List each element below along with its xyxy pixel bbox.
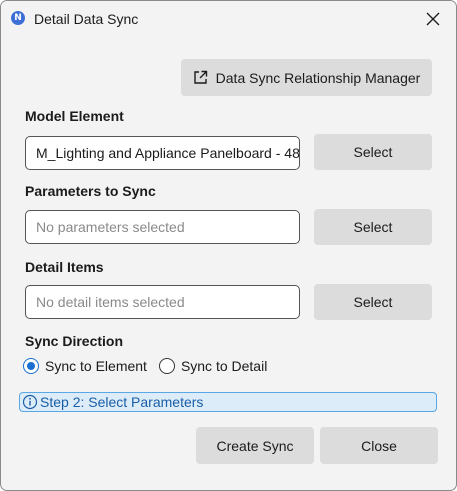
info-icon <box>22 394 38 410</box>
open-external-icon <box>193 70 207 84</box>
parameters-field[interactable]: No parameters selected <box>25 210 300 244</box>
detail-items-field[interactable]: No detail items selected <box>25 285 300 319</box>
select-model-element-button[interactable]: Select <box>314 134 432 170</box>
sync-to-element-radio[interactable] <box>23 358 39 374</box>
sync-to-element-label[interactable]: Sync to Element <box>45 358 147 374</box>
create-sync-button[interactable]: Create Sync <box>196 427 314 464</box>
app-icon: N <box>11 11 25 25</box>
parameters-label: Parameters to Sync <box>25 183 156 199</box>
close-button[interactable]: Close <box>320 427 438 464</box>
status-banner: Step 2: Select Parameters <box>19 392 437 412</box>
dialog-window: N Detail Data Sync Data Sync Relationshi… <box>0 0 457 491</box>
model-element-label: Model Element <box>25 108 124 124</box>
sync-direction-radio-group: Sync to Element Sync to Detail <box>23 356 279 376</box>
relationship-manager-label: Data Sync Relationship Manager <box>215 69 421 86</box>
sync-to-detail-label[interactable]: Sync to Detail <box>181 358 267 374</box>
close-window-button[interactable] <box>418 5 448 33</box>
sync-direction-label: Sync Direction <box>25 333 124 349</box>
detail-items-label: Detail Items <box>25 259 104 275</box>
window-title: Detail Data Sync <box>34 11 139 27</box>
select-detail-items-button[interactable]: Select <box>314 284 432 320</box>
title-bar: N Detail Data Sync <box>1 1 456 37</box>
model-element-field[interactable]: M_Lighting and Appliance Panelboard - 48… <box>25 136 300 170</box>
status-text: Step 2: Select Parameters <box>40 394 204 410</box>
select-parameters-button[interactable]: Select <box>314 209 432 245</box>
relationship-manager-button[interactable]: Data Sync Relationship Manager <box>181 59 432 96</box>
close-icon <box>426 12 440 26</box>
sync-to-detail-radio[interactable] <box>158 358 175 374</box>
